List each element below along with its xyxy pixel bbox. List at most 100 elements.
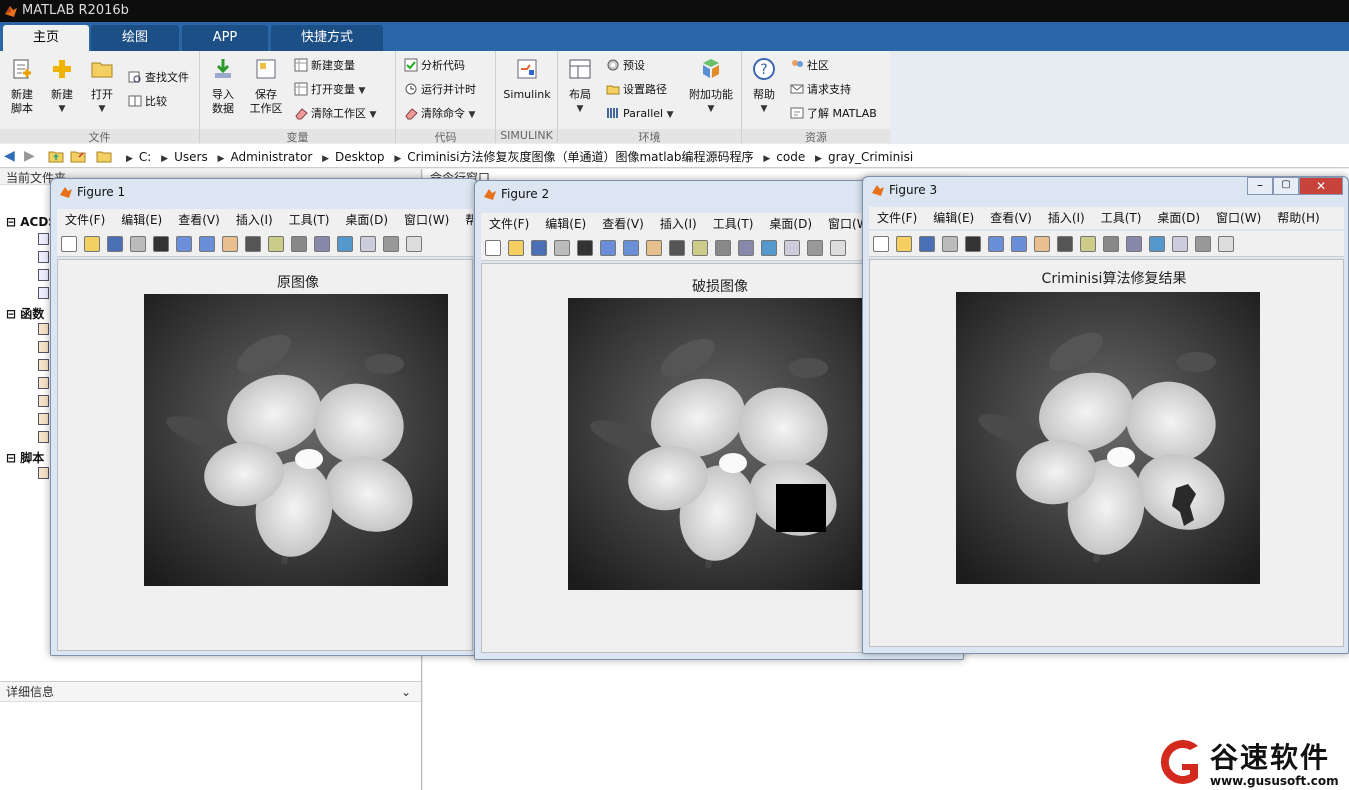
hide-plot-tools-icon[interactable]	[807, 240, 823, 256]
menu-tools[interactable]: 工具(T)	[281, 209, 338, 231]
menu-tools[interactable]: 工具(T)	[705, 213, 762, 235]
clear-commands-button[interactable]: 清除命令 ▼	[404, 105, 475, 123]
request-support-button[interactable]: 请求支持	[790, 81, 851, 99]
hide-plot-tools-icon[interactable]	[1195, 236, 1211, 252]
simulink-button[interactable]: Simulink	[500, 57, 554, 102]
clear-workspace-button[interactable]: 清除工作区 ▼	[294, 105, 376, 123]
add-ons-button[interactable]: 附加功能 ▼	[686, 57, 736, 116]
root-folder-icon[interactable]	[96, 148, 112, 164]
breadcrumb-item[interactable]: Administrator	[230, 150, 312, 164]
show-plot-tools-icon[interactable]	[830, 240, 846, 256]
open-file-icon[interactable]	[84, 236, 100, 252]
breadcrumb-item[interactable]: Desktop	[335, 150, 385, 164]
menu-edit[interactable]: 编辑(E)	[925, 207, 982, 229]
menu-tools[interactable]: 工具(T)	[1093, 207, 1150, 229]
menu-file[interactable]: 文件(F)	[481, 213, 537, 235]
menu-edit[interactable]: 编辑(E)	[113, 209, 170, 231]
zoom-in-icon[interactable]	[988, 236, 1004, 252]
rotate-icon[interactable]	[1057, 236, 1073, 252]
breadcrumb-item[interactable]: code	[776, 150, 805, 164]
function-file-icon[interactable]	[38, 413, 49, 425]
colorbar-icon[interactable]	[1149, 236, 1165, 252]
function-file-icon[interactable]	[38, 359, 49, 371]
figure-window-3[interactable]: Figure 3 – ▢ ✕ 文件(F) 编辑(E) 查看(V) 插入(I) 工具(T)…	[862, 176, 1349, 654]
analyze-code-button[interactable]: 分析代码	[404, 57, 465, 75]
menu-desktop[interactable]: 桌面(D)	[337, 209, 396, 231]
data-cursor-icon[interactable]	[1080, 236, 1096, 252]
layout-button[interactable]: 布局 ▼	[564, 57, 596, 116]
learn-matlab-button[interactable]: 了解 MATLAB	[790, 105, 877, 123]
preferences-button[interactable]: 预设	[606, 57, 645, 75]
zoom-out-icon[interactable]	[1011, 236, 1027, 252]
colorbar-icon[interactable]	[337, 236, 353, 252]
pan-icon[interactable]	[222, 236, 238, 252]
menu-insert[interactable]: 插入(I)	[228, 209, 281, 231]
menu-desktop[interactable]: 桌面(D)	[1149, 207, 1208, 229]
maximize-button[interactable]: ▢	[1273, 177, 1299, 195]
new-figure-icon[interactable]	[873, 236, 889, 252]
pan-icon[interactable]	[1034, 236, 1050, 252]
menu-window[interactable]: 窗口(W)	[1208, 207, 1269, 229]
open-button[interactable]: 打开 ▼	[86, 57, 118, 116]
new-button[interactable]: 新建 ▼	[46, 57, 78, 116]
save-icon[interactable]	[531, 240, 547, 256]
new-figure-icon[interactable]	[485, 240, 501, 256]
legend-icon[interactable]	[1172, 236, 1188, 252]
data-cursor-icon[interactable]	[268, 236, 284, 252]
function-file-icon[interactable]	[38, 341, 49, 353]
browse-folder-icon[interactable]	[70, 148, 86, 164]
details-header[interactable]: 详细信息 ⌄	[0, 682, 421, 702]
print-icon[interactable]	[942, 236, 958, 252]
menu-insert[interactable]: 插入(I)	[1040, 207, 1093, 229]
bmp-file-icon[interactable]	[38, 269, 49, 281]
pan-icon[interactable]	[646, 240, 662, 256]
chevron-down-icon[interactable]: ⌄	[401, 682, 411, 702]
import-data-button[interactable]: 导入 数据	[206, 57, 240, 116]
menu-file[interactable]: 文件(F)	[869, 207, 925, 229]
tab-plots[interactable]: 绘图	[91, 25, 179, 51]
open-file-icon[interactable]	[896, 236, 912, 252]
menu-help[interactable]: 帮助(H)	[1269, 207, 1327, 229]
community-button[interactable]: 社区	[790, 57, 829, 75]
menu-desktop[interactable]: 桌面(D)	[761, 213, 820, 235]
menu-window[interactable]: 窗口(W)	[396, 209, 457, 231]
hide-plot-tools-icon[interactable]	[383, 236, 399, 252]
forward-arrow-icon[interactable]: ▶	[24, 148, 35, 164]
parallel-button[interactable]: Parallel ▼	[606, 105, 674, 123]
zoom-out-icon[interactable]	[623, 240, 639, 256]
set-path-button[interactable]: 设置路径	[606, 81, 667, 99]
data-cursor-icon[interactable]	[692, 240, 708, 256]
figure-window-1[interactable]: Figure 1 文件(F) 编辑(E) 查看(V) 插入(I) 工具(T) 桌面(D) 窗…	[50, 178, 478, 656]
find-files-button[interactable]: 查找文件	[128, 69, 189, 87]
legend-icon[interactable]	[360, 236, 376, 252]
print-icon[interactable]	[554, 240, 570, 256]
pointer-icon[interactable]	[153, 236, 169, 252]
save-icon[interactable]	[919, 236, 935, 252]
rotate-icon[interactable]	[669, 240, 685, 256]
legend-icon[interactable]	[784, 240, 800, 256]
help-button[interactable]: ? 帮助 ▼	[748, 57, 780, 116]
brush-icon[interactable]	[1103, 236, 1119, 252]
link-icon[interactable]	[1126, 236, 1142, 252]
minimize-button[interactable]: –	[1247, 177, 1273, 195]
breadcrumb[interactable]: ▶ C: ▶ Users ▶ Administrator ▶ Desktop ▶ Crim…	[120, 148, 913, 165]
brush-icon[interactable]	[715, 240, 731, 256]
bmp-file-icon[interactable]	[38, 233, 49, 245]
bmp-file-icon[interactable]	[38, 251, 49, 263]
script-file-icon[interactable]	[38, 467, 49, 479]
new-variable-button[interactable]: 新建变量	[294, 57, 355, 75]
function-file-icon[interactable]	[38, 431, 49, 443]
back-arrow-icon[interactable]: ◀	[4, 148, 15, 164]
open-file-icon[interactable]	[508, 240, 524, 256]
tab-apps[interactable]: APP	[182, 25, 268, 51]
show-plot-tools-icon[interactable]	[1218, 236, 1234, 252]
tab-home[interactable]: 主页	[3, 25, 89, 51]
menu-view[interactable]: 查看(V)	[982, 207, 1040, 229]
brush-icon[interactable]	[291, 236, 307, 252]
new-figure-icon[interactable]	[61, 236, 77, 252]
pointer-icon[interactable]	[577, 240, 593, 256]
zoom-out-icon[interactable]	[199, 236, 215, 252]
close-button[interactable]: ✕	[1299, 177, 1343, 195]
print-icon[interactable]	[130, 236, 146, 252]
menu-file[interactable]: 文件(F)	[57, 209, 113, 231]
